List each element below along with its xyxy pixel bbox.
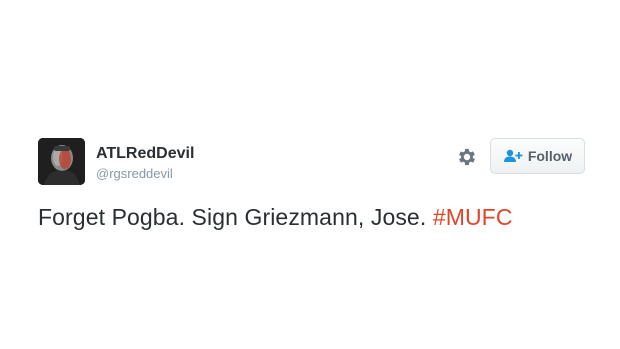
follow-label: Follow	[527, 148, 573, 164]
follow-button[interactable]: Follow	[490, 138, 585, 174]
hashtag-link[interactable]: #MUFC	[433, 204, 513, 230]
gear-icon[interactable]	[456, 146, 478, 168]
username[interactable]: @rgsreddevil	[96, 166, 173, 181]
display-name[interactable]: ATLRedDevil	[96, 145, 194, 163]
profile-photo-icon	[38, 138, 85, 185]
avatar[interactable]	[38, 138, 85, 185]
tweet-text: Forget Pogba. Sign Griezmann, Jose. #MUF…	[38, 204, 513, 231]
tweet-card: ATLRedDevil @rgsreddevil Follow Forget P…	[0, 0, 620, 349]
tweet-body: Forget Pogba. Sign Griezmann, Jose.	[38, 204, 433, 230]
add-user-icon	[503, 149, 523, 163]
